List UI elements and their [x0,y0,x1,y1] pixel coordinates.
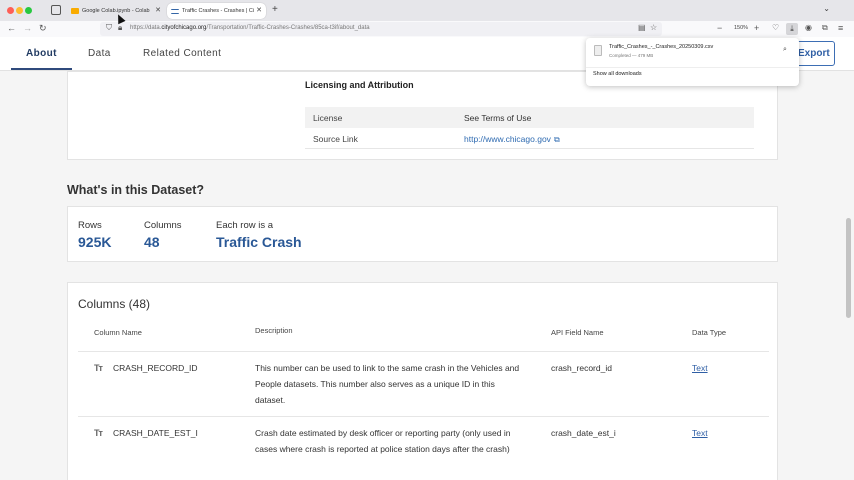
column-description: Crash date estimated by desk officer or … [255,428,511,454]
column-name: CRASH_DATE_EST_I [113,428,198,438]
api-field-name: crash_record_id [551,363,612,373]
colab-favicon-icon [71,8,79,14]
tab-manager-icon[interactable] [51,5,61,15]
chevron-down-icon[interactable]: ⌄ [823,4,830,13]
menu-icon[interactable]: ≡ [838,23,843,33]
close-tab-icon[interactable]: ✕ [155,6,161,14]
shield-icon[interactable]: ⛉ [106,23,112,33]
minimize-window-button[interactable] [16,7,23,14]
api-field-header: API Field Name [551,328,604,337]
license-row: License See Terms of Use [305,107,754,128]
new-tab-button[interactable]: + [272,4,278,15]
data-type-link[interactable]: Text [692,428,708,438]
data-type-link[interactable]: Text [692,363,708,373]
address-bar[interactable]: ⛉ 🔒︎ https://data.cityofchicago.org/Tran… [100,22,662,36]
pocket-icon[interactable]: ♡ [772,23,779,32]
text-type-icon: Tт [94,363,103,373]
columns-title: Columns (48) [78,297,151,311]
source-link-value: http://www.chicago.gov ⧉ [464,134,560,145]
extensions-icon[interactable]: ⧉ [822,23,828,33]
download-file-name[interactable]: Traffic_Crashes_-_Crashes_20250309.csv [609,44,713,50]
column-description: This number can be used to link to the s… [255,363,520,405]
active-tab-underline [11,68,72,70]
tab-related-content[interactable]: Related Content [143,48,221,59]
licensing-title: Licensing and Attribution [305,80,414,90]
rows-value: 925K [78,234,112,250]
each-row-label: Each row is a [216,220,274,231]
row-divider [78,351,769,352]
columns-card: Columns (48) Column Name Description API… [67,282,778,480]
column-name: CRASH_RECORD_ID [113,363,198,373]
page-favicon-icon [171,8,179,14]
forward-arrow-icon[interactable]: → [23,23,32,33]
panel-divider [586,67,799,68]
page-scrollbar[interactable] [846,218,851,318]
maximize-window-button[interactable] [25,7,32,14]
downloads-panel: Traffic_Crashes_-_Crashes_20250309.csv C… [586,38,799,86]
account-icon[interactable]: ◉ [805,23,812,32]
text-type-icon: Tт [94,428,103,438]
close-tab-icon[interactable]: ✕ [256,6,262,14]
each-row-value: Traffic Crash [216,234,302,250]
column-name-header: Column Name [94,328,142,337]
external-link-icon[interactable]: ⧉ [554,135,560,145]
row-divider [78,416,769,417]
tab-data[interactable]: Data [88,48,111,59]
data-type-header: Data Type [692,328,727,337]
tab-title: Traffic Crashes - Crashes | City of Chic… [182,8,254,14]
tab-about[interactable]: About [26,48,57,59]
back-arrow-icon[interactable]: ← [7,23,16,33]
bookmark-star-icon[interactable]: ☆ [650,23,657,32]
columns-label: Columns [144,220,182,231]
file-icon [594,45,602,56]
downloads-icon[interactable]: ⤓ [786,23,798,35]
license-key: License [313,113,343,123]
tab-traffic-crashes[interactable]: Traffic Crashes - Crashes | City of Chic… [167,3,266,19]
dataset-stats-card: Rows 925K Columns 48 Each row is a Traff… [67,206,778,262]
license-value: See Terms of Use [464,113,532,123]
browser-tab-bar: Google Colab.ipynb - Colab ✕ Traffic Cra… [0,0,854,21]
show-all-downloads-link[interactable]: Show all downloads [593,71,642,77]
url-text: https://data.cityofchicago.org/Transport… [130,25,370,31]
source-link-row: Source Link http://www.chicago.gov ⧉ [305,128,754,149]
lock-icon[interactable]: 🔒︎ [118,23,122,33]
close-window-button[interactable] [7,7,14,14]
reload-icon[interactable]: ↻ [39,23,47,34]
dataset-heading: What's in this Dataset? [67,183,205,197]
download-status: Completed — 479 MB [609,53,654,58]
rows-label: Rows [78,220,102,231]
zoom-level[interactable]: 150% [734,25,748,31]
source-link-key: Source Link [313,134,358,144]
description-header: Description [255,326,293,335]
page-content: About Data Related Content Export Licens… [0,37,854,480]
reader-view-icon[interactable]: ▤ [638,23,646,32]
zoom-in-icon[interactable]: + [754,23,759,33]
folder-icon[interactable]: ⌕ [783,46,787,54]
source-link[interactable]: http://www.chicago.gov [464,134,551,144]
zoom-out-icon[interactable]: − [717,23,722,33]
browser-nav-bar: ← → ↻ ⛉ 🔒︎ https://data.cityofchicago.or… [0,21,854,37]
api-field-name: crash_date_est_i [551,428,616,438]
columns-value: 48 [144,234,160,250]
